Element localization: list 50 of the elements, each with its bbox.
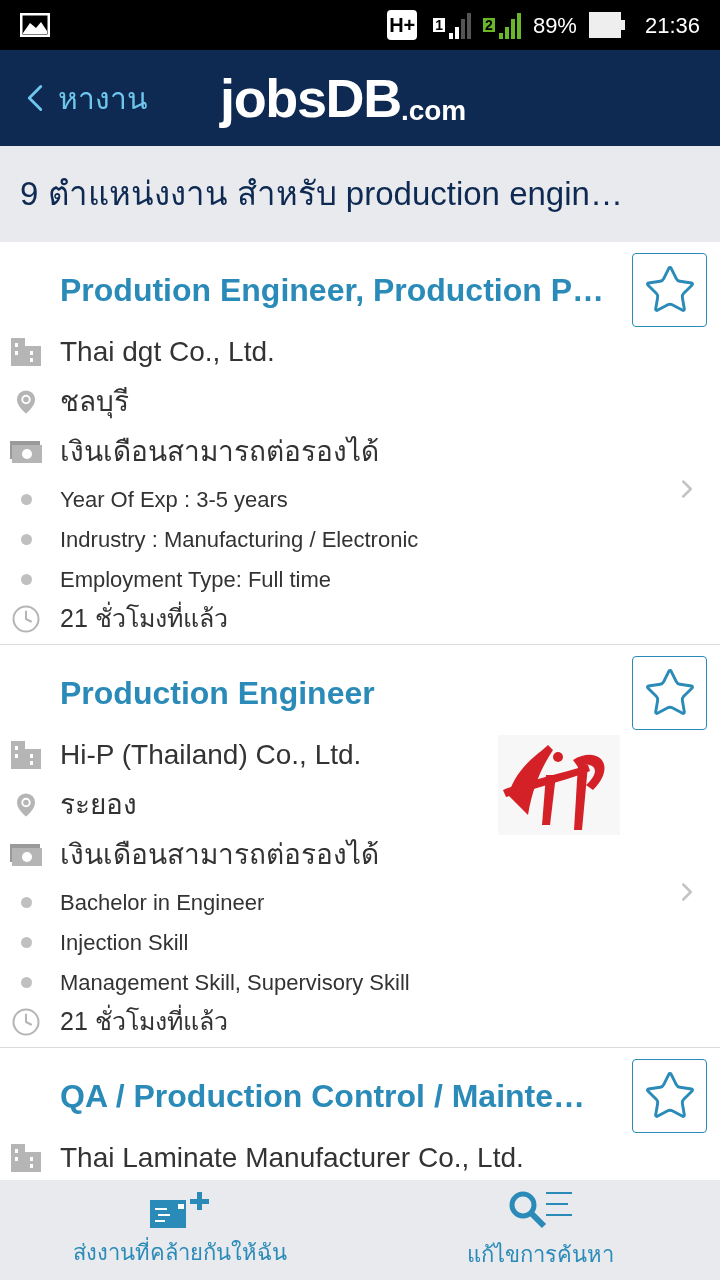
job-title[interactable]: Prodution Engineer, Production P…: [60, 266, 632, 314]
bullet-icon: [20, 896, 32, 908]
clock-icon: [11, 604, 41, 634]
card-plus-icon: [150, 1191, 210, 1228]
battery-percent: 89%: [532, 11, 577, 40]
search-list-icon: [508, 1189, 572, 1230]
job-title[interactable]: Production Engineer: [60, 669, 632, 717]
network-type: H+: [387, 10, 418, 40]
company-name: Thai dgt Co., Ltd.: [60, 335, 275, 369]
save-job-button[interactable]: [632, 1059, 707, 1133]
image-icon: [20, 13, 50, 37]
job-highlight: Employment Type: Full time: [60, 565, 332, 594]
logo-suffix: .com: [400, 97, 467, 125]
company-name: Hi-P (Thailand) Co., Ltd.: [60, 738, 362, 772]
salary-text: เงินเดือนสามารถต่อรองได้: [60, 838, 379, 872]
job-highlight: Indrustry : Manufacturing / Electronic: [60, 525, 419, 554]
job-highlight: Year Of Exp : 3-5 years: [60, 485, 288, 514]
battery-icon: [588, 12, 625, 38]
save-job-button[interactable]: [632, 656, 707, 730]
sim-number: 2: [483, 18, 495, 32]
bullet-icon: [20, 493, 32, 505]
bullet-icon: [20, 976, 32, 988]
salary-text: เงินเดือนสามารถต่อรองได้: [60, 435, 379, 469]
signal-icon: [449, 11, 472, 39]
job-highlight: Bachelor in Engineer: [60, 888, 265, 917]
job-location: ระยอง: [60, 788, 137, 822]
clock-time: 21:36: [644, 11, 700, 40]
bottom-action-button[interactable]: แก้ไขการค้นหา: [360, 1180, 720, 1280]
bullet-icon: [20, 936, 32, 948]
posted-time: 21 ชั่วโมงที่แล้ว: [60, 600, 228, 638]
posted-time: 21 ชั่วโมงที่แล้ว: [60, 1003, 228, 1041]
building-icon: [11, 1144, 41, 1172]
building-icon: [11, 741, 41, 769]
results-title: 9 ตำแหน่งงาน สำหรับ production engin…: [20, 174, 623, 215]
building-icon: [11, 338, 41, 366]
signal-icon: [498, 11, 521, 39]
money-icon: [10, 441, 42, 463]
job-highlight: Management Skill, Supervisory Skill: [60, 968, 410, 997]
bullet-icon: [20, 533, 32, 545]
money-icon: [10, 844, 42, 866]
job-location: ชลบุรี: [60, 385, 129, 421]
job-highlight: Injection Skill: [60, 928, 189, 957]
bottom-action-button[interactable]: ส่งงานที่คล้ายกันให้ฉัน: [0, 1180, 360, 1280]
back-button[interactable]: หางาน: [20, 75, 148, 121]
company-name: Thai Laminate Manufacturer Co., Ltd.: [60, 1141, 524, 1175]
job-title[interactable]: QA / Production Control / Mainte…: [60, 1072, 632, 1120]
bullet-icon: [20, 573, 32, 585]
save-job-button[interactable]: [632, 253, 707, 327]
sim-number: 1: [433, 18, 446, 32]
clock-icon: [11, 1007, 41, 1037]
